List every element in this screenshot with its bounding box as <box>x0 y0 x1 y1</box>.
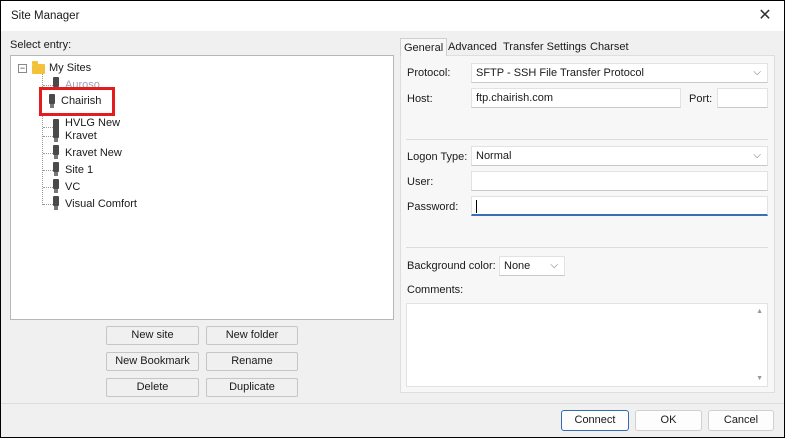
user-input[interactable] <box>471 171 768 191</box>
protocol-value: SFTP - SSH File Transfer Protocol <box>476 67 644 79</box>
collapse-icon[interactable]: − <box>18 64 27 73</box>
password-label: Password: <box>407 201 459 213</box>
tree-item-label: Kravet <box>65 130 97 142</box>
tree-item-label: Kravet New <box>65 147 122 159</box>
tree-item-label: Chairish <box>61 95 102 107</box>
close-icon[interactable]: ✕ <box>754 5 776 27</box>
protocol-label: Protocol: <box>407 67 451 79</box>
background-color-value: None <box>504 260 531 272</box>
host-value: ftp.chairish.com <box>476 92 554 104</box>
window-title: Site Manager <box>11 10 80 22</box>
new-folder-button[interactable]: New folder <box>206 326 298 345</box>
tab-charset[interactable]: Charset <box>590 38 629 56</box>
rename-button[interactable]: Rename <box>206 352 298 371</box>
tree-item-site[interactable]: Site 1 <box>37 162 197 178</box>
new-bookmark-button[interactable]: New Bookmark <box>106 352 199 371</box>
server-icon <box>49 94 55 108</box>
logon-type-value: Normal <box>476 150 512 162</box>
select-entry-label: Select entry: <box>10 39 72 51</box>
tab-general[interactable]: General <box>400 38 448 56</box>
scroll-down-icon[interactable]: ▼ <box>756 375 763 382</box>
comments-textarea[interactable]: ▲ ▼ <box>406 303 768 387</box>
chevron-down-icon: ⌵ <box>753 67 761 78</box>
title-bar: Site Manager ✕ <box>1 1 784 31</box>
delete-button[interactable]: Delete <box>106 378 199 397</box>
port-input[interactable] <box>717 88 768 108</box>
server-icon <box>53 145 59 159</box>
port-label: Port: <box>689 93 713 105</box>
tree-item-site[interactable]: Visual Comfort <box>37 196 197 212</box>
tab-transfer-settings[interactable]: Transfer Settings <box>503 38 586 56</box>
user-label: User: <box>407 176 434 188</box>
tree-item-label: VC <box>65 181 81 193</box>
logon-type-select[interactable]: Normal ⌵ <box>471 146 768 166</box>
tree-item-chairish-highlight[interactable]: Chairish <box>39 87 115 116</box>
folder-icon <box>32 61 45 74</box>
server-icon <box>53 162 59 176</box>
tree-item-site[interactable]: Kravet <box>37 128 197 144</box>
text-caret <box>476 200 477 213</box>
host-input[interactable]: ftp.chairish.com <box>471 88 681 108</box>
separator <box>406 247 768 248</box>
duplicate-button[interactable]: Duplicate <box>206 378 298 397</box>
tree-item-site[interactable]: VC <box>37 179 197 195</box>
chevron-down-icon: ⌵ <box>753 150 761 161</box>
host-label: Host: <box>407 93 433 105</box>
tree-item-site[interactable]: Kravet New <box>37 145 197 161</box>
chevron-down-icon: ⌵ <box>550 260 558 271</box>
password-input[interactable] <box>471 196 768 216</box>
protocol-select[interactable]: SFTP - SSH File Transfer Protocol ⌵ <box>471 63 768 83</box>
background-color-label: Background color: <box>407 260 496 272</box>
tree-item-label: My Sites <box>49 62 92 74</box>
server-icon <box>53 179 59 193</box>
tree-item-label: Site 1 <box>65 164 94 176</box>
connect-button[interactable]: Connect <box>561 410 629 431</box>
tree-item-label: Visual Comfort <box>65 198 137 210</box>
tab-advanced[interactable]: Advanced <box>448 38 497 56</box>
server-icon <box>53 128 59 142</box>
separator <box>406 139 768 140</box>
scroll-up-icon[interactable]: ▲ <box>756 308 763 315</box>
ok-button[interactable]: OK <box>635 410 702 431</box>
logon-type-label: Logon Type: <box>407 151 468 163</box>
new-site-button[interactable]: New site <box>106 326 199 345</box>
cancel-button[interactable]: Cancel <box>708 410 774 431</box>
tree-item-my-sites[interactable]: − My Sites <box>16 60 136 76</box>
background-color-select[interactable]: None ⌵ <box>499 256 565 276</box>
site-manager-window: Site Manager ✕ Select entry: − My Sites … <box>0 0 785 438</box>
comments-label: Comments: <box>407 284 464 296</box>
server-icon <box>53 196 59 210</box>
